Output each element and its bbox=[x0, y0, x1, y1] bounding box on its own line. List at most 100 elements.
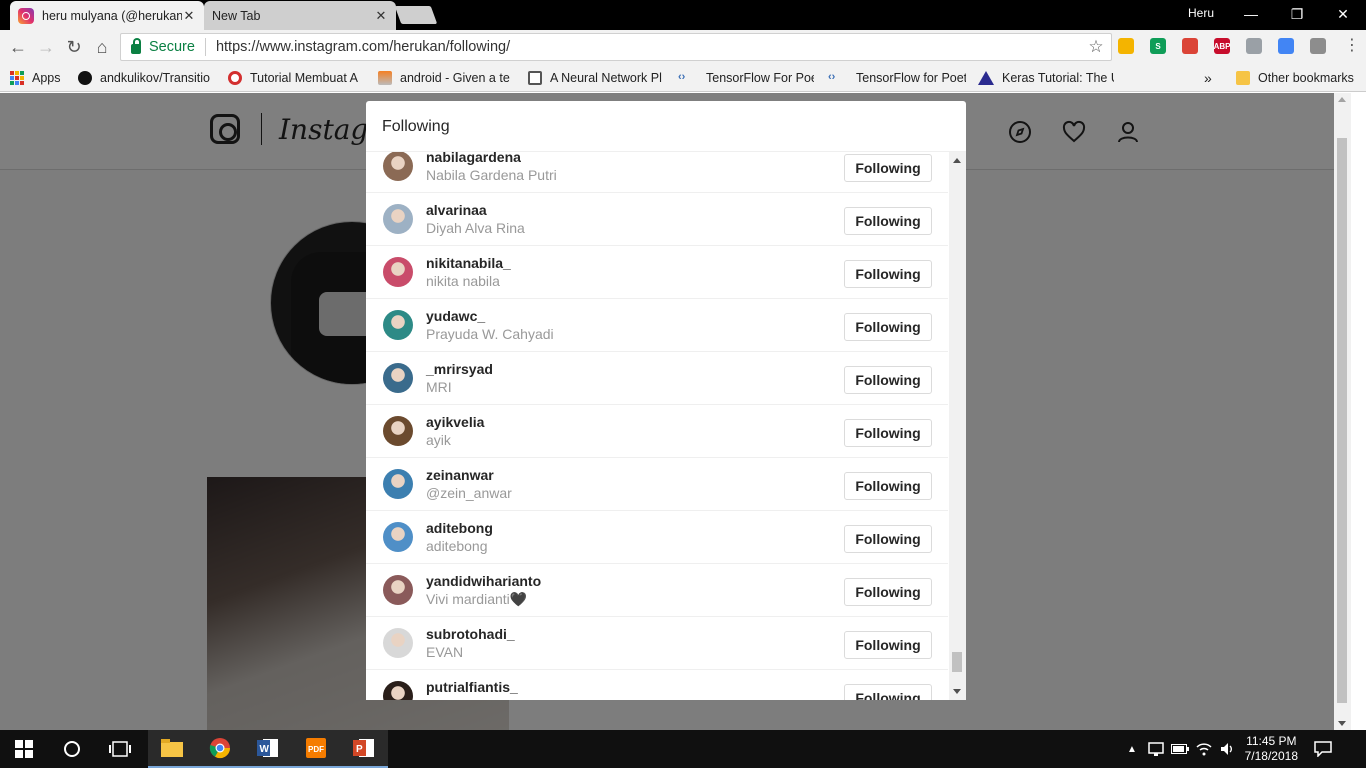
following-button[interactable]: Following bbox=[844, 631, 932, 659]
scroll-down-arrow-icon[interactable] bbox=[953, 689, 961, 694]
bookmark-keras[interactable]: Keras Tutorial: The U bbox=[978, 70, 1114, 86]
windows-start-icon[interactable] bbox=[0, 730, 48, 768]
following-button[interactable]: Following bbox=[844, 578, 932, 606]
bookmark-tutorial[interactable]: Tutorial Membuat A bbox=[228, 70, 364, 86]
network-device-icon[interactable] bbox=[1144, 730, 1168, 768]
tab-close-icon[interactable]: ✕ bbox=[182, 8, 196, 24]
powerpoint-icon[interactable]: P bbox=[340, 730, 388, 768]
tab-instagram[interactable]: heru mulyana (@herukan ✕ bbox=[10, 1, 204, 30]
following-row[interactable]: _mrirsyad MRI Following bbox=[366, 352, 948, 405]
bookmarks-overflow-icon[interactable]: » bbox=[1204, 70, 1218, 86]
close-window-button[interactable]: ✕ bbox=[1320, 0, 1366, 28]
other-bookmarks[interactable]: Other bookmarks bbox=[1236, 70, 1360, 86]
username-link[interactable]: aditebong bbox=[426, 520, 493, 536]
following-button[interactable]: Following bbox=[844, 260, 932, 288]
following-row[interactable]: aditebong aditebong Following bbox=[366, 511, 948, 564]
search-circle-icon[interactable] bbox=[48, 730, 96, 768]
following-button[interactable]: Following bbox=[844, 472, 932, 500]
following-row[interactable]: yudawc_ Prayuda W. Cahyadi Following bbox=[366, 299, 948, 352]
following-row[interactable]: zeinanwar @zein_anwar Following bbox=[366, 458, 948, 511]
scroll-up-arrow-icon[interactable] bbox=[1338, 97, 1346, 102]
bookmark-tensorflow-2[interactable]: ‹› TensorFlow for Poets bbox=[828, 70, 966, 86]
bookmark-neural-network[interactable]: A Neural Network Pl bbox=[528, 70, 664, 86]
following-button[interactable]: Following bbox=[844, 154, 932, 182]
username-link[interactable]: _mrirsyad bbox=[426, 361, 493, 377]
username-link[interactable]: yandidwiharianto bbox=[426, 573, 541, 589]
username-link[interactable]: yudawc_ bbox=[426, 308, 485, 324]
user-avatar[interactable] bbox=[383, 522, 413, 552]
minimize-button[interactable]: — bbox=[1228, 0, 1274, 28]
new-tab-button[interactable] bbox=[394, 6, 438, 24]
image-ext-icon[interactable] bbox=[1310, 38, 1326, 54]
shield-ext-icon[interactable] bbox=[1246, 38, 1262, 54]
show-hidden-icons-icon[interactable]: ▲ bbox=[1120, 730, 1144, 768]
username-link[interactable]: nabilagardena bbox=[426, 152, 521, 165]
following-button[interactable]: Following bbox=[844, 366, 932, 394]
username-link[interactable]: putrialfiantis_ bbox=[426, 679, 518, 695]
user-avatar[interactable] bbox=[383, 575, 413, 605]
chrome-icon[interactable] bbox=[196, 730, 244, 768]
profile-name[interactable]: Heru bbox=[1188, 6, 1214, 20]
restore-button[interactable]: ❐ bbox=[1274, 0, 1320, 28]
username-link[interactable]: nikitanabila_ bbox=[426, 255, 511, 271]
chrome-menu-icon[interactable]: ⋮ bbox=[1344, 38, 1360, 56]
username-link[interactable]: alvarinaa bbox=[426, 202, 487, 218]
user-avatar[interactable] bbox=[383, 469, 413, 499]
page-scrollbar[interactable] bbox=[1334, 93, 1351, 730]
notifications-icon[interactable] bbox=[1304, 730, 1342, 768]
word-icon[interactable]: W bbox=[244, 730, 292, 768]
username-link[interactable]: ayikvelia bbox=[426, 414, 484, 430]
file-explorer-icon[interactable] bbox=[148, 730, 196, 768]
following-button[interactable]: Following bbox=[844, 313, 932, 341]
following-button[interactable]: Following bbox=[844, 525, 932, 553]
secure-label[interactable]: Secure bbox=[149, 39, 195, 55]
following-row[interactable]: putrialfiantis_ Following bbox=[366, 670, 948, 700]
home-icon[interactable]: ⌂ bbox=[90, 35, 114, 59]
user-avatar[interactable] bbox=[383, 310, 413, 340]
user-avatar[interactable] bbox=[383, 152, 413, 181]
colors-ext-icon[interactable] bbox=[1118, 38, 1134, 54]
wifi-icon[interactable] bbox=[1192, 730, 1216, 768]
bookmark-github[interactable]: andkulikov/Transitio bbox=[78, 70, 214, 86]
modal-scrollbar[interactable] bbox=[949, 152, 966, 700]
tab-new-tab[interactable]: New Tab ✕ bbox=[204, 1, 396, 30]
following-button[interactable]: Following bbox=[844, 207, 932, 235]
reload-icon[interactable]: ↻ bbox=[62, 35, 86, 59]
scrollbar-thumb[interactable] bbox=[952, 652, 962, 672]
scroll-up-arrow-icon[interactable] bbox=[953, 158, 961, 163]
username-link[interactable]: zeinanwar bbox=[426, 467, 494, 483]
task-view-icon[interactable] bbox=[96, 730, 144, 768]
following-row[interactable]: nabilagardena Nabila Gardena Putri Followi… bbox=[366, 152, 948, 193]
following-row[interactable]: ayikvelia ayik Following bbox=[366, 405, 948, 458]
following-row[interactable]: subrotohadi_ EVAN Following bbox=[366, 617, 948, 670]
system-clock[interactable]: 11:45 PM 7/18/2018 bbox=[1245, 734, 1298, 764]
user-avatar[interactable] bbox=[383, 363, 413, 393]
user-avatar[interactable] bbox=[383, 416, 413, 446]
tab-close-icon[interactable]: ✕ bbox=[374, 8, 388, 24]
pin-ext-icon[interactable] bbox=[1182, 38, 1198, 54]
forward-arrow-icon[interactable]: → bbox=[34, 35, 58, 59]
scrollbar-thumb[interactable] bbox=[1337, 138, 1347, 703]
bookmark-stackoverflow[interactable]: android - Given a te bbox=[378, 70, 514, 86]
user-avatar[interactable] bbox=[383, 681, 413, 700]
following-row[interactable]: yandidwiharianto Vivi mardianti🖤 Following bbox=[366, 564, 948, 617]
user-avatar[interactable] bbox=[383, 257, 413, 287]
volume-icon[interactable] bbox=[1216, 730, 1240, 768]
user-avatar[interactable] bbox=[383, 204, 413, 234]
back-arrow-icon[interactable]: ← bbox=[6, 35, 30, 59]
refresh-ext-icon[interactable] bbox=[1278, 38, 1294, 54]
bookmark-apps[interactable]: Apps bbox=[10, 70, 70, 86]
adblock-plus-icon[interactable]: ABP bbox=[1214, 38, 1230, 54]
pdf-app-icon[interactable]: PDF bbox=[292, 730, 340, 768]
battery-icon[interactable] bbox=[1168, 730, 1192, 768]
following-row[interactable]: alvarinaa Diyah Alva Rina Following bbox=[366, 193, 948, 246]
following-row[interactable]: nikitanabila_ nikita nabila Following bbox=[366, 246, 948, 299]
s-ext-icon[interactable]: S bbox=[1150, 38, 1166, 54]
following-button[interactable]: Following bbox=[844, 419, 932, 447]
scroll-down-arrow-icon[interactable] bbox=[1338, 721, 1346, 726]
username-link[interactable]: subrotohadi_ bbox=[426, 626, 515, 642]
address-bar[interactable]: Secure https://www.instagram.com/herukan… bbox=[120, 33, 1112, 61]
user-avatar[interactable] bbox=[383, 628, 413, 658]
bookmark-star-icon[interactable]: ☆ bbox=[1085, 37, 1107, 57]
bookmark-tensorflow-1[interactable]: ‹› TensorFlow For Poet bbox=[678, 70, 814, 86]
